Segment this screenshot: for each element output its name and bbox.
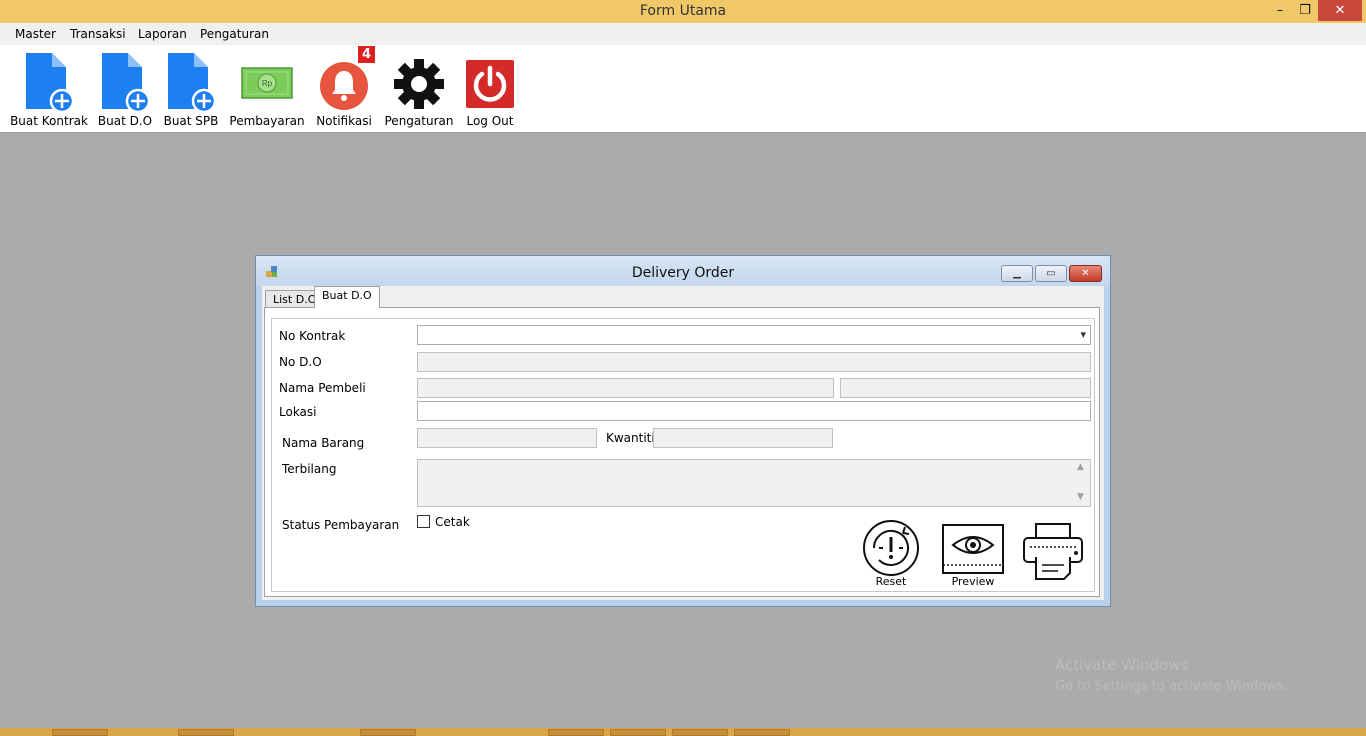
no-kontrak-label: No Kontrak xyxy=(279,329,346,343)
kwantiti-label: Kwantiti xyxy=(606,431,655,445)
restore-button[interactable]: ❐ xyxy=(1290,0,1320,21)
log-out-button[interactable]: Log Out xyxy=(464,45,516,133)
nama-barang-field[interactable] xyxy=(417,428,597,448)
tab-buat-do[interactable]: Buat D.O xyxy=(314,286,380,308)
taskbar-item[interactable] xyxy=(548,729,604,736)
toolbar-label: Buat Kontrak xyxy=(10,114,88,128)
file-add-icon xyxy=(26,53,74,113)
menu-bar: Master Transaksi Laporan Pengaturan xyxy=(0,23,1366,45)
cetak-checkbox[interactable] xyxy=(417,515,430,528)
status-pembayaran-label: Status Pembayaran xyxy=(282,518,400,532)
child-window-title: Delivery Order xyxy=(631,265,735,281)
cetak-label[interactable]: Cetak xyxy=(435,515,470,529)
power-icon xyxy=(466,60,514,108)
kwantiti-field[interactable] xyxy=(653,428,833,448)
money-icon: Rp xyxy=(241,67,293,99)
notification-badge: 4 xyxy=(358,46,375,63)
child-title-bar: Delivery Order ▁ ▭ ✕ xyxy=(256,256,1110,286)
svg-text:Rp: Rp xyxy=(262,79,273,88)
taskbar-item[interactable] xyxy=(610,729,666,736)
toolbar-label: Buat D.O xyxy=(97,114,153,128)
taskbar-item[interactable] xyxy=(178,729,234,736)
form-panel: No Kontrak ▾ No D.O Nama Pembeli Lokasi … xyxy=(271,318,1095,592)
menu-laporan[interactable]: Laporan xyxy=(138,27,187,41)
main-title-bar: Form Utama – ❐ ✕ xyxy=(0,0,1366,23)
child-client-area: List D.O Buat D.O No Kontrak ▾ No D.O Na… xyxy=(262,286,1104,600)
scroll-up-icon[interactable]: ▲ xyxy=(1077,462,1084,472)
toolbar-label: Pengaturan xyxy=(384,114,454,128)
delivery-order-window: Delivery Order ▁ ▭ ✕ List D.O Buat D.O N… xyxy=(255,255,1111,607)
toolbar-label: Pembayaran xyxy=(229,114,305,128)
lokasi-field[interactable] xyxy=(417,401,1091,421)
menu-pengaturan[interactable]: Pengaturan xyxy=(200,27,269,41)
activation-watermark: Activate Windows Go to Settings to activ… xyxy=(1055,654,1288,698)
buat-do-button[interactable]: Buat D.O xyxy=(98,45,152,133)
chevron-down-icon[interactable]: ▾ xyxy=(1080,328,1086,341)
toolbar-label: Buat SPB xyxy=(163,114,219,128)
scrollbar[interactable]: ▲ ▼ xyxy=(1073,460,1090,506)
gear-icon xyxy=(394,59,444,109)
scroll-down-icon[interactable]: ▼ xyxy=(1077,492,1084,502)
terbilang-label: Terbilang xyxy=(282,462,337,476)
child-close-button[interactable]: ✕ xyxy=(1069,265,1102,282)
watermark-line-1: Activate Windows xyxy=(1055,656,1189,674)
toolbar-label: Notifikasi xyxy=(316,114,372,128)
no-do-field[interactable] xyxy=(417,352,1091,372)
nama-pembeli-field[interactable] xyxy=(417,378,834,398)
child-minimize-button[interactable]: ▁ xyxy=(1001,265,1033,282)
taskbar-item[interactable] xyxy=(734,729,790,736)
window-title: Form Utama xyxy=(639,3,727,19)
nama-pembeli-label: Nama Pembeli xyxy=(279,381,366,395)
nama-barang-label: Nama Barang xyxy=(282,436,365,450)
toolbar-label: Log Out xyxy=(466,114,514,128)
buat-kontrak-button[interactable]: Buat Kontrak xyxy=(10,45,88,133)
preview-label: Preview xyxy=(951,575,995,588)
eye-icon xyxy=(942,524,1004,574)
printer-icon xyxy=(1023,523,1083,580)
child-maximize-button[interactable]: ▭ xyxy=(1035,265,1067,282)
watermark-line-2: Go to Settings to activate Windows. xyxy=(1055,679,1288,694)
file-add-icon xyxy=(168,53,216,113)
nama-pembeli-extra-field[interactable] xyxy=(840,378,1091,398)
reset-label: Reset xyxy=(875,575,907,588)
taskbar-item[interactable] xyxy=(360,729,416,736)
pembayaran-button[interactable]: Rp Pembayaran xyxy=(229,45,305,133)
reset-icon xyxy=(863,520,919,576)
taskbar xyxy=(0,728,1366,736)
close-button[interactable]: ✕ xyxy=(1318,0,1362,21)
terbilang-textarea[interactable]: ▲ ▼ xyxy=(417,459,1091,507)
preview-button[interactable]: Preview xyxy=(942,524,1004,591)
print-button[interactable] xyxy=(1022,523,1084,583)
taskbar-item[interactable] xyxy=(52,729,108,736)
menu-transaksi[interactable]: Transaksi xyxy=(70,27,126,41)
menu-master[interactable]: Master xyxy=(15,27,56,41)
reset-button[interactable]: Reset xyxy=(861,519,921,591)
bell-icon xyxy=(320,62,368,110)
tab-page-buat-do: No Kontrak ▾ No D.O Nama Pembeli Lokasi … xyxy=(264,307,1100,597)
notifikasi-button[interactable]: 4 Notifikasi xyxy=(316,45,375,133)
pengaturan-button[interactable]: Pengaturan xyxy=(385,45,453,133)
taskbar-item[interactable] xyxy=(672,729,728,736)
file-add-icon xyxy=(102,53,150,113)
buat-spb-button[interactable]: Buat SPB xyxy=(164,45,218,133)
toolbar: Buat Kontrak Buat D.O Buat SPB Rp Pembay… xyxy=(0,45,1366,133)
no-do-label: No D.O xyxy=(279,355,322,369)
no-kontrak-combo[interactable]: ▾ xyxy=(417,325,1091,345)
lokasi-label: Lokasi xyxy=(279,405,317,419)
